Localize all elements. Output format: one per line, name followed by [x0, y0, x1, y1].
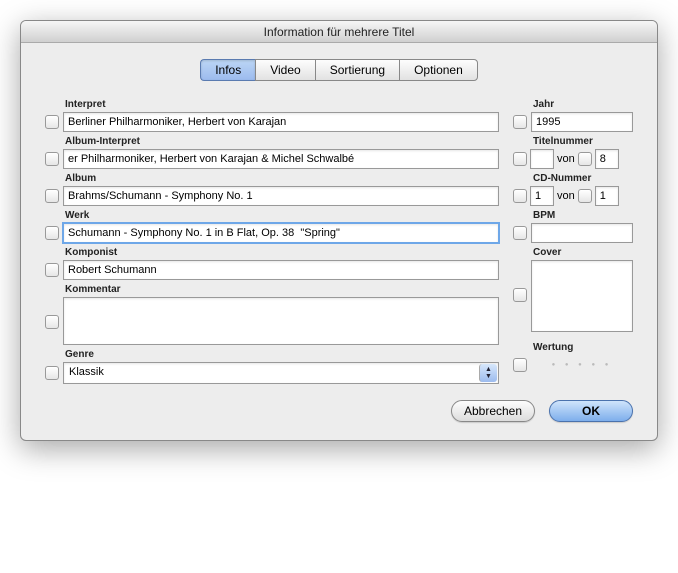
- label-jahr: Jahr: [533, 99, 633, 110]
- checkbox-bpm[interactable]: [513, 226, 527, 240]
- checkbox-wertung[interactable]: [513, 358, 527, 372]
- input-kommentar[interactable]: [63, 297, 499, 345]
- label-album: Album: [65, 173, 499, 184]
- checkbox-komponist[interactable]: [45, 263, 59, 277]
- input-bpm[interactable]: [531, 223, 633, 243]
- checkbox-kommentar[interactable]: [45, 315, 59, 329]
- checkbox-albuminterpret[interactable]: [45, 152, 59, 166]
- rating-control[interactable]: ● ● ● ● ●: [531, 355, 633, 375]
- label-kommentar: Kommentar: [65, 284, 499, 295]
- label-komponist: Komponist: [65, 247, 499, 258]
- label-wertung: Wertung: [533, 342, 633, 353]
- checkbox-werk[interactable]: [45, 226, 59, 240]
- input-jahr[interactable]: [531, 112, 633, 132]
- label-interpret: Interpret: [65, 99, 499, 110]
- checkbox-track-b[interactable]: [578, 152, 592, 166]
- stepper-arrows-icon[interactable]: ▲▼: [479, 364, 497, 382]
- input-album[interactable]: [63, 186, 499, 206]
- input-werk[interactable]: [63, 223, 499, 243]
- input-interpret[interactable]: [63, 112, 499, 132]
- label-bpm: BPM: [533, 210, 633, 221]
- checkbox-interpret[interactable]: [45, 115, 59, 129]
- window-title: Information für mehrere Titel: [264, 25, 415, 39]
- input-albuminterpret[interactable]: [63, 149, 499, 169]
- label-cover: Cover: [533, 247, 633, 258]
- checkbox-cd-b[interactable]: [578, 189, 592, 203]
- window-titlebar: Information für mehrere Titel: [21, 21, 657, 43]
- combo-genre[interactable]: Klassik ▲▼: [63, 362, 499, 384]
- label-albuminterpret: Album-Interpret: [65, 136, 499, 147]
- tab-sortierung[interactable]: Sortierung: [315, 59, 399, 81]
- combo-genre-text: Klassik: [64, 363, 478, 383]
- tab-optionen[interactable]: Optionen: [399, 59, 478, 81]
- cancel-button[interactable]: Abbrechen: [451, 400, 535, 422]
- input-komponist[interactable]: [63, 260, 499, 280]
- checkbox-track-a[interactable]: [513, 152, 527, 166]
- tab-infos[interactable]: Infos: [200, 59, 255, 81]
- label-titelnummer: Titelnummer: [533, 136, 633, 147]
- cover-well[interactable]: [531, 260, 633, 332]
- checkbox-cover[interactable]: [513, 288, 527, 302]
- label-genre: Genre: [65, 349, 499, 360]
- input-track-a[interactable]: [530, 149, 554, 169]
- checkbox-genre[interactable]: [45, 366, 59, 380]
- label-werk: Werk: [65, 210, 499, 221]
- input-cd-b[interactable]: [595, 186, 619, 206]
- tab-bar: Infos Video Sortierung Optionen: [45, 59, 633, 81]
- input-track-b[interactable]: [595, 149, 619, 169]
- ok-button[interactable]: OK: [549, 400, 633, 422]
- checkbox-album[interactable]: [45, 189, 59, 203]
- label-cdnummer: CD-Nummer: [533, 173, 633, 184]
- label-von-cd: von: [557, 190, 575, 202]
- checkbox-cd-a[interactable]: [513, 189, 527, 203]
- info-dialog: Information für mehrere Titel Infos Vide…: [20, 20, 658, 441]
- label-von-track: von: [557, 153, 575, 165]
- input-cd-a[interactable]: [530, 186, 554, 206]
- checkbox-jahr[interactable]: [513, 115, 527, 129]
- tab-video[interactable]: Video: [255, 59, 314, 81]
